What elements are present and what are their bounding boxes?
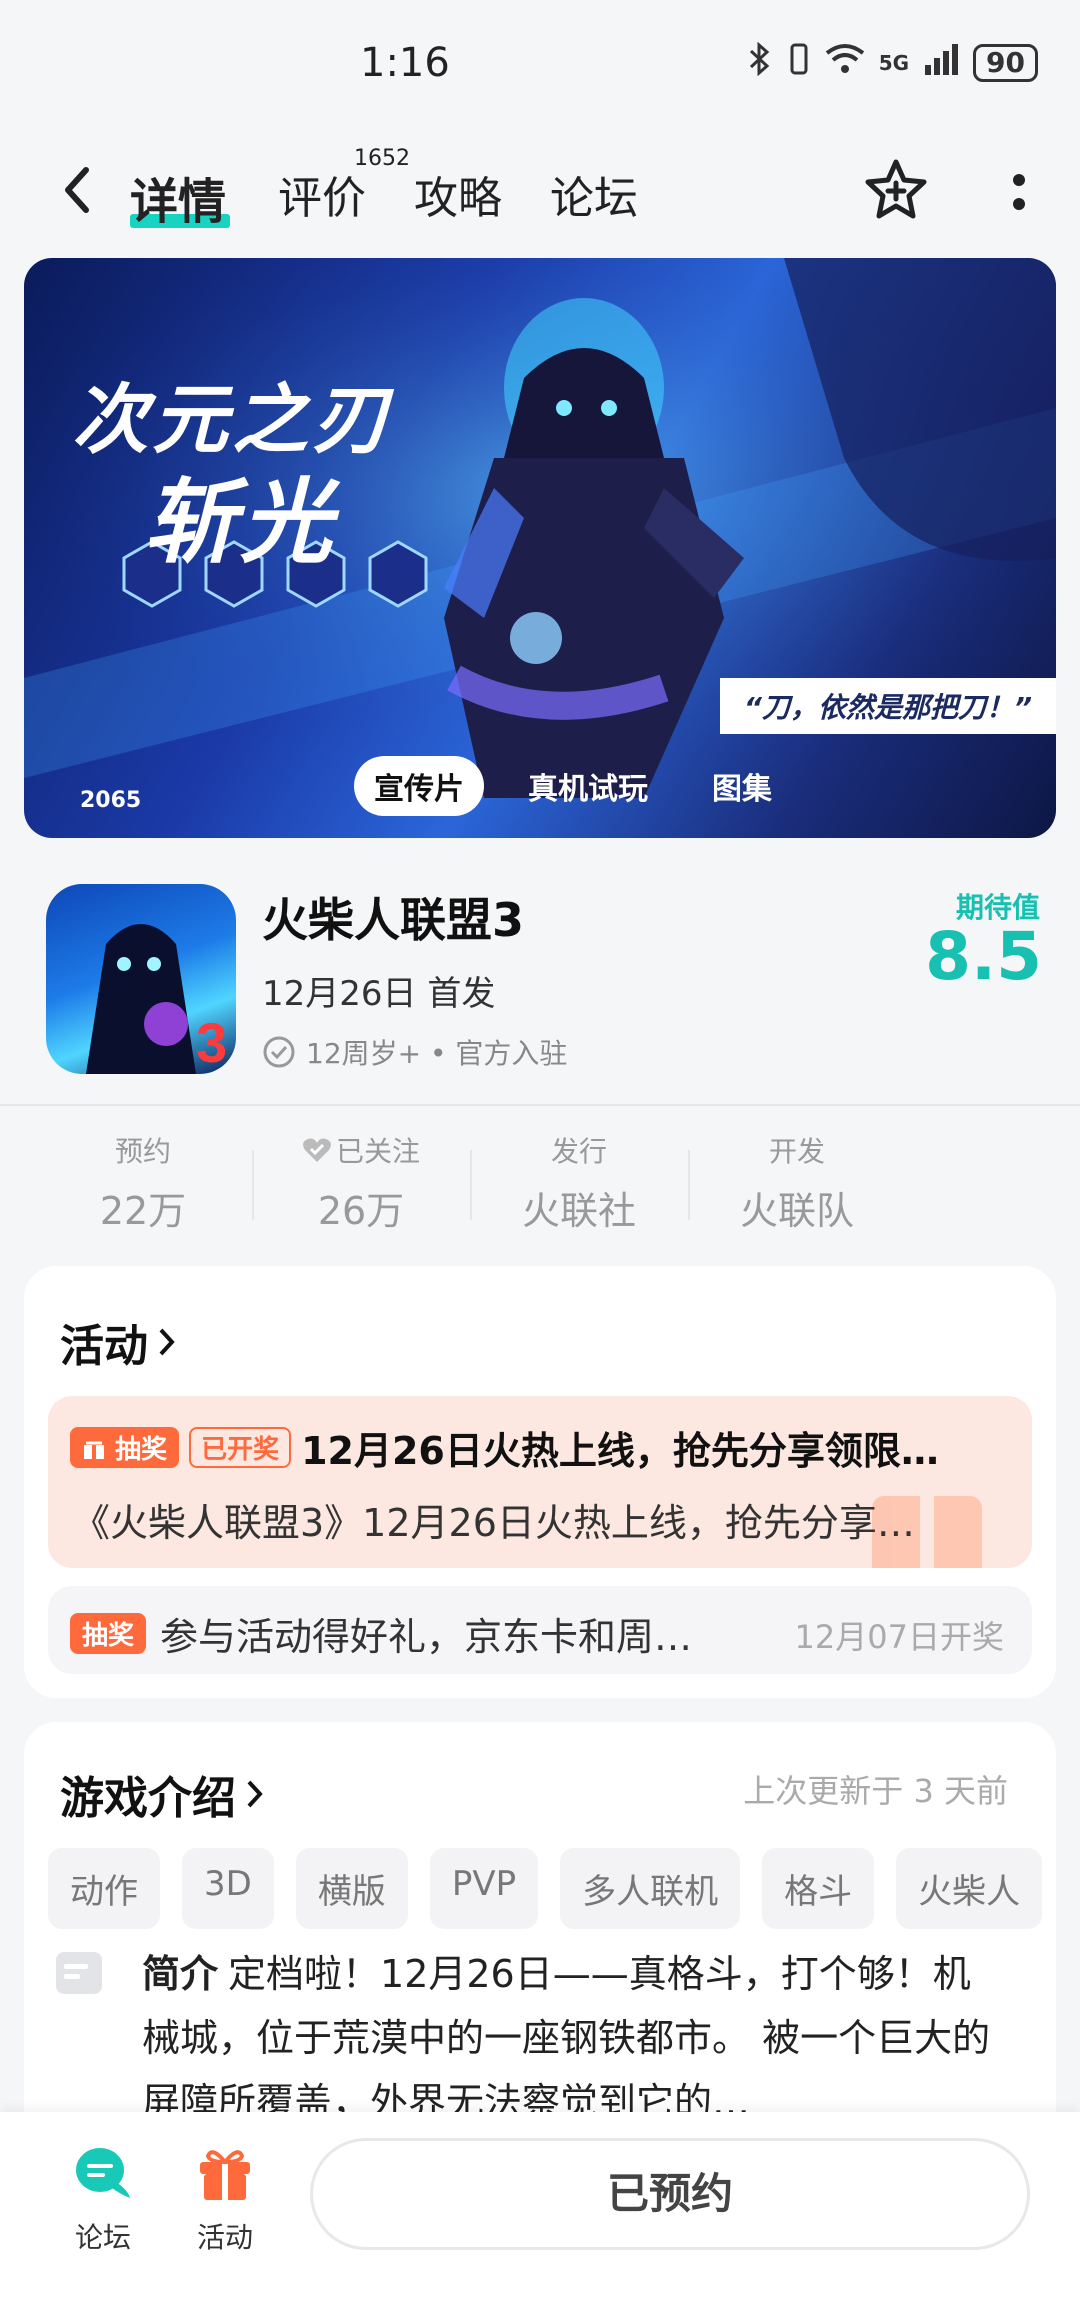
stat-value: 火联队 <box>739 1189 854 1233</box>
svg-text:3: 3 <box>196 1011 227 1074</box>
promo-banner[interactable]: 次元之刃 斩光 “刀，依然是那把刀！” 2065 宣传片 真机试玩 图集 <box>24 258 1056 838</box>
banner-year-mark: 2065 <box>80 788 142 813</box>
tab-details[interactable]: 详情 <box>130 162 226 232</box>
last-updated-text: 上次更新于 3 天前 <box>743 1772 1008 1810</box>
age-rating-text: 12周岁+ • 官方入驻 <box>306 1037 568 1070</box>
wifi-icon <box>825 43 865 83</box>
activity-item[interactable]: 抽奖 参与活动得好礼，京东卡和周… 12月07日开奖 <box>48 1586 1032 1674</box>
bottom-action-bar: 论坛 活动 已预约 <box>0 2112 1080 2324</box>
reserved-button[interactable]: 已预约 <box>310 2138 1030 2250</box>
heart-icon <box>303 1138 331 1162</box>
bottom-forum-button[interactable]: 论坛 <box>58 2142 148 2256</box>
battery-indicator: 90 <box>973 44 1038 82</box>
lottery-badge-text: 抽奖 <box>115 1435 168 1465</box>
check-circle-icon <box>263 1036 295 1068</box>
tab-forum[interactable]: 论坛 <box>550 162 638 226</box>
tag-chip[interactable]: PVP <box>429 1848 539 1929</box>
document-icon <box>56 1952 102 1994</box>
bottom-forum-label: 论坛 <box>74 2221 131 2254</box>
network-label: 5G <box>878 51 910 75</box>
back-arrow-icon[interactable] <box>50 160 110 220</box>
stat-label: 发行 <box>550 1135 607 1168</box>
chat-bubble-icon <box>76 2148 130 2198</box>
gift-icon <box>84 1441 104 1459</box>
chevron-right-icon <box>247 1780 263 1808</box>
tag-chip[interactable]: 多人联机 <box>560 1848 741 1929</box>
banner-title-line2: 斩光 <box>144 469 337 576</box>
intro-title-text: 游戏介绍 <box>60 1773 236 1824</box>
stat-label: 预约 <box>114 1135 171 1168</box>
activity-card: 活动 抽奖 已开奖 12月26日火热上线，抢先分享领限… 《火柴人联盟3》12月… <box>24 1266 1056 1698</box>
activity-title-text: 活动 <box>60 1321 148 1372</box>
status-icons: 5G 90 <box>747 41 1038 84</box>
banner-quote: “刀，依然是那把刀！” <box>719 678 1056 734</box>
media-tab-gallery[interactable]: 图集 <box>692 756 792 816</box>
stat-value: 26万 <box>317 1189 405 1233</box>
status-time: 1:16 <box>360 40 450 86</box>
stats-row: 预约 22万 已关注 26万 发行 火联社 开发 火联队 <box>0 1130 1080 1240</box>
tab-reviews[interactable]: 评价 <box>278 162 366 226</box>
tag-chip[interactable]: 3D <box>182 1848 274 1929</box>
intro-section-title[interactable]: 游戏介绍 <box>60 1762 266 1826</box>
media-tabs: 宣传片 真机试玩 图集 <box>354 756 792 816</box>
stat-reservations: 预约 22万 <box>34 1130 252 1235</box>
stat-value: 22万 <box>99 1189 187 1233</box>
lottery-badge: 抽奖 <box>70 1427 180 1468</box>
media-tab-trailer[interactable]: 宣传片 <box>354 756 484 816</box>
more-options-icon[interactable] <box>1004 162 1034 222</box>
chevron-right-icon <box>159 1328 175 1356</box>
stat-developer[interactable]: 开发 火联队 <box>688 1130 906 1235</box>
game-name: 火柴人联盟3 <box>262 893 525 947</box>
bottom-activity-button[interactable]: 活动 <box>180 2142 270 2256</box>
intro-body: 定档啦！12月26日——真格斗，打个够！机械城，位于荒漠中的一座钢铁都市。 被一… <box>142 1952 991 2124</box>
section-divider <box>0 1104 1080 1106</box>
gift-icon <box>200 2150 250 2200</box>
intro-summary[interactable]: 简介 定档啦！12月26日——真格斗，打个够！机械城，位于荒漠中的一座钢铁都市。 … <box>142 1942 1002 2134</box>
tag-chip[interactable]: 动作 <box>48 1848 160 1929</box>
game-release-date: 12月26日 首发 <box>262 974 496 1014</box>
prize-drawn-badge: 已开奖 <box>189 1427 292 1468</box>
stat-followers: 已关注 26万 <box>252 1130 470 1235</box>
vibrate-icon <box>787 42 811 84</box>
activity-item-featured[interactable]: 抽奖 已开奖 12月26日火热上线，抢先分享领限… 《火柴人联盟3》12月26日… <box>48 1396 1032 1568</box>
media-tab-gameplay[interactable]: 真机试玩 <box>508 756 668 816</box>
bottom-activity-label: 活动 <box>196 2221 253 2254</box>
activity-item-title: 参与活动得好礼，京东卡和周… <box>160 1615 693 1659</box>
bluetooth-icon <box>747 41 773 84</box>
activity-featured-desc: 《火柴人联盟3》12月26日火热上线，抢先分享… <box>72 1501 915 1545</box>
game-intro-card: 游戏介绍 上次更新于 3 天前 动作 3D 横版 PVP 多人联机 格斗 火柴人… <box>24 1722 1056 2142</box>
stat-publisher[interactable]: 发行 火联社 <box>470 1130 688 1235</box>
activity-section-title[interactable]: 活动 <box>60 1310 178 1374</box>
stat-label: 已关注 <box>335 1135 420 1168</box>
signal-icon <box>923 43 959 83</box>
activity-featured-title: 12月26日火热上线，抢先分享领限… <box>301 1429 939 1473</box>
stat-value: 火联社 <box>521 1189 636 1233</box>
review-count-badge: 1652 <box>354 146 410 171</box>
top-nav: 详情 评价 1652 攻略 论坛 <box>0 140 1080 250</box>
tag-chip[interactable]: 横版 <box>295 1848 408 1929</box>
favorite-star-icon[interactable] <box>862 156 930 224</box>
lottery-badge: 抽奖 <box>70 1613 147 1654</box>
game-app-icon: 3 <box>46 884 236 1074</box>
tag-chip[interactable]: 火柴人 <box>896 1848 1043 1929</box>
tag-list: 动作 3D 横版 PVP 多人联机 格斗 火柴人 <box>48 1848 1043 1929</box>
activity-draw-date: 12月07日开奖 <box>794 1618 1004 1656</box>
tag-chip[interactable]: 格斗 <box>762 1848 875 1929</box>
expectation-score: 8.5 <box>925 918 1042 995</box>
tab-guides[interactable]: 攻略 <box>414 162 502 226</box>
game-meta: 12周岁+ • 官方入驻 <box>262 1032 567 1072</box>
stat-label: 开发 <box>768 1135 825 1168</box>
status-bar: 1:16 5G 90 <box>0 0 1080 130</box>
intro-label: 简介 <box>142 1952 219 1996</box>
